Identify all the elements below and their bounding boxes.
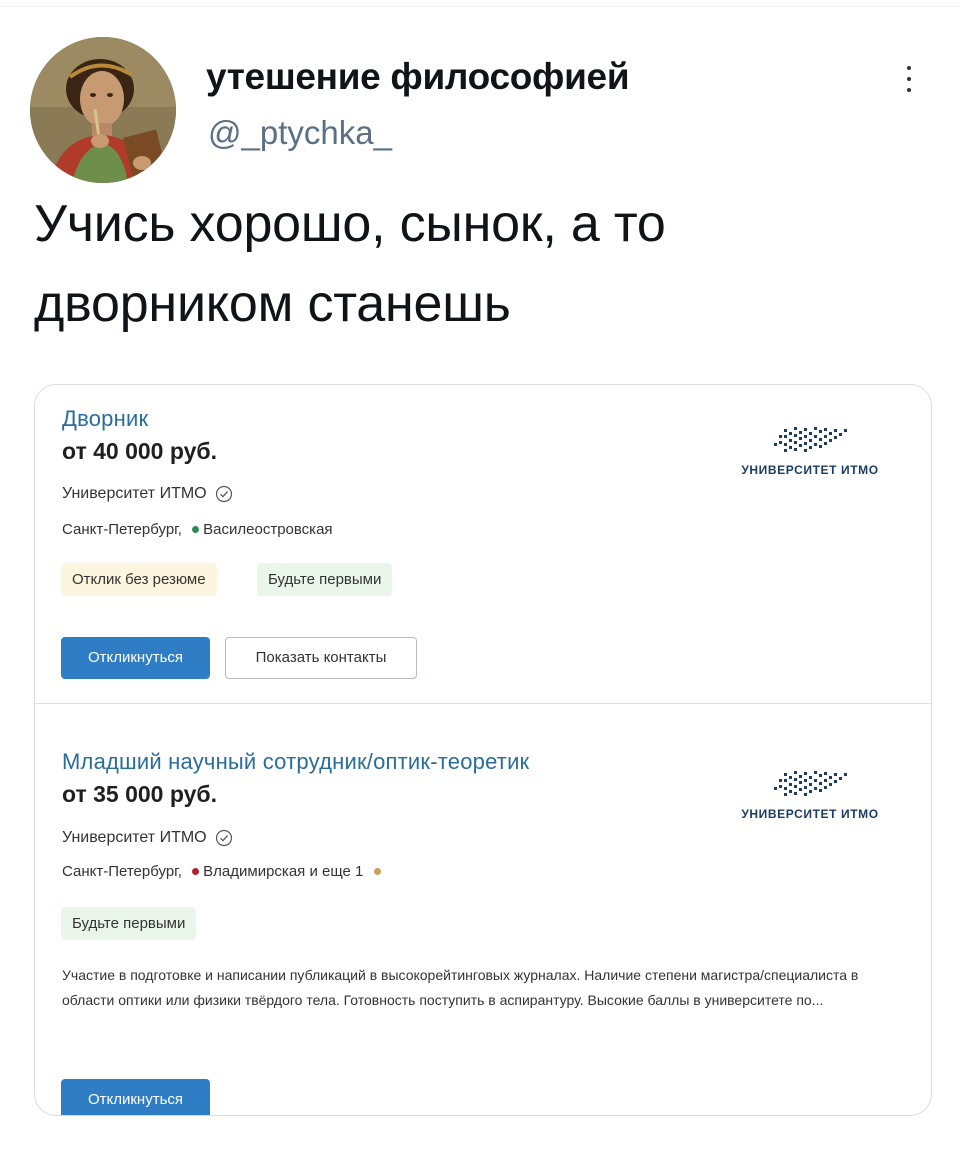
company-label: Университет ИТМО <box>62 485 207 503</box>
vacancy-location: Санкт-Петербург, Василеостровская <box>62 521 333 538</box>
verified-check-icon <box>215 485 233 503</box>
tag-no-resume: Отклик без резюме <box>61 563 217 596</box>
vacancy-description: Участие в подготовке и написании публика… <box>62 967 859 1008</box>
vacancy-divider <box>35 703 931 704</box>
company-name[interactable]: Университет ИТМО <box>62 829 233 847</box>
avatar[interactable] <box>30 37 176 183</box>
city-label: Санкт-Петербург, <box>62 863 182 880</box>
metro-label: Василеостровская <box>203 521 333 538</box>
company-logo[interactable]: УНИВЕРСИТЕТ ИТМО <box>735 767 885 821</box>
vacancy-location: Санкт-Петербург, Владимирская и еще 1 <box>62 863 385 880</box>
company-logo[interactable]: УНИВЕРСИТЕТ ИТМО <box>735 423 885 477</box>
tag-be-first: Будьте первыми <box>61 907 197 940</box>
vertical-ellipsis-icon[interactable] <box>894 60 924 100</box>
company-name[interactable]: Университет ИТМО <box>62 485 233 503</box>
respond-button[interactable]: Откликнуться <box>61 637 210 679</box>
show-contacts-button[interactable]: Показать контакты <box>225 637 417 679</box>
vacancy-card: Дворник от 40 000 руб. Университет ИТМО … <box>34 384 932 1116</box>
vacancy-title[interactable]: Дворник <box>62 406 148 432</box>
tag-be-first: Будьте первыми <box>257 563 393 596</box>
itmo-logo-icon <box>774 427 847 452</box>
tweet-text: Учись хорошо, сынок, а то дворником стан… <box>34 195 666 333</box>
city-label: Санкт-Петербург, <box>62 521 182 538</box>
metro-dot-icon <box>192 526 200 534</box>
logo-text: УНИВЕРСИТЕТ ИТМО <box>741 807 879 821</box>
vacancy-title[interactable]: Младший научный сотрудник/оптик-теоретик <box>62 749 529 775</box>
logo-text: УНИВЕРСИТЕТ ИТМО <box>741 463 879 477</box>
metro-label: Владимирская и еще 1 <box>203 863 364 880</box>
verified-check-icon <box>215 829 233 847</box>
display-name[interactable]: утешение философией <box>206 56 630 98</box>
metro-dot-extra-icon <box>373 868 381 876</box>
vacancy-salary: от 35 000 руб. <box>62 781 218 807</box>
vacancy-salary: от 40 000 руб. <box>62 438 218 464</box>
top-divider <box>0 6 960 7</box>
user-handle[interactable]: @_ptychka_ <box>208 114 392 152</box>
itmo-logo-icon <box>774 771 847 796</box>
company-label: Университет ИТМО <box>62 829 207 847</box>
avatar-portrait-icon <box>30 37 176 183</box>
respond-button[interactable]: Откликнуться <box>61 1079 210 1115</box>
metro-dot-icon <box>192 868 200 876</box>
